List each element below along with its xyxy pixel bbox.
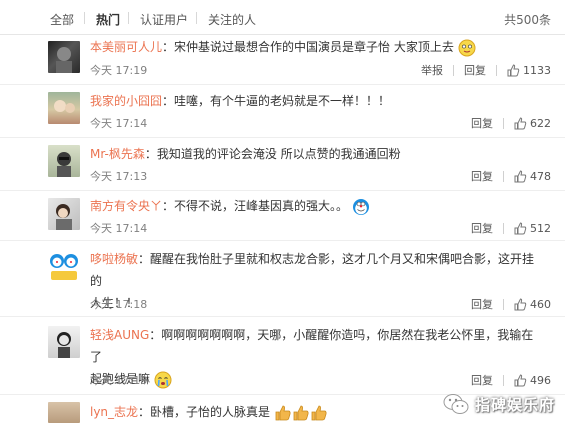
username-link[interactable]: lyn_志龙 <box>90 405 138 419</box>
username-link[interactable]: 南方有令央ㄚ <box>90 199 162 213</box>
reply-link[interactable]: 回复 <box>471 220 493 236</box>
divider <box>503 222 504 234</box>
tab-divider <box>128 12 129 24</box>
watermark-text: 指碑娱乐府 <box>474 395 555 414</box>
username-link[interactable]: 我家的小囧囧 <box>90 94 162 108</box>
comment-timestamp: 今天 17:14 <box>90 222 148 235</box>
comment-item: 我家的小囧囧：哇噻，有个牛逼的老妈就是不一样！！！ 今天 17:14 回复 622 <box>0 84 565 138</box>
report-link[interactable]: 举报 <box>421 62 443 78</box>
divider <box>503 374 504 386</box>
avatar[interactable] <box>48 402 80 423</box>
reply-link[interactable]: 回复 <box>464 62 486 78</box>
divider <box>496 64 497 76</box>
total-comment-count: 共500条 <box>504 13 551 27</box>
thumbs-up-icon[interactable] <box>514 116 527 130</box>
like-count: 622 <box>530 116 551 130</box>
reply-link[interactable]: 回复 <box>471 372 493 388</box>
like-count: 1133 <box>523 63 551 77</box>
comment-timestamp: 今天 17:19 <box>90 64 148 77</box>
comment-text: ：宋仲基说过最想合作的中国演员是章子怡 大家顶上去 <box>162 40 454 54</box>
comment-timestamp: 今天 17:14 <box>90 117 148 130</box>
divider <box>453 64 454 76</box>
tab-hot[interactable]: 热门 <box>96 11 120 28</box>
doraemon-emoji-icon <box>352 198 370 216</box>
tab-divider <box>196 12 197 24</box>
username-link[interactable]: Mr-枫先森 <box>90 147 145 161</box>
divider <box>503 298 504 310</box>
tab-verified-users[interactable]: 认证用户 <box>140 11 188 28</box>
tab-following[interactable]: 关注的人 <box>208 11 256 28</box>
thumbs-up-icon[interactable] <box>514 221 527 235</box>
wechat-icon <box>443 394 469 414</box>
username-link[interactable]: 哆啦杨敏 <box>90 252 138 266</box>
username-link[interactable]: 轻浅AUNG <box>90 328 149 342</box>
tab-divider <box>84 12 85 24</box>
divider <box>503 170 504 182</box>
comment-timestamp: 今天 17:13 <box>90 374 148 387</box>
divider <box>503 117 504 129</box>
tab-all[interactable]: 全部 <box>50 11 74 28</box>
avatar[interactable] <box>48 145 80 177</box>
username-link[interactable]: 本美丽可人儿 <box>90 40 162 54</box>
comment-item: 哆啦杨敏：醒醒在我怡肚子里就和权志龙合影，这才几个月又和宋偶吧合影，这开挂的 人生… <box>0 240 565 317</box>
comment-item: 南方有令央ㄚ：不得不说，汪峰基因真的强大。。 今天 17:14 回复 512 <box>0 190 565 241</box>
thumbs-up-icon[interactable] <box>507 63 520 77</box>
comment-timestamp: 今天 17:18 <box>90 298 148 311</box>
comment-text: ：卧槽，子怡的人脉真是 <box>138 405 271 419</box>
like-count: 460 <box>530 297 551 311</box>
comment-filter-tabs: 全部 热门 认证用户 关注的人 共500条 <box>0 0 565 35</box>
thumbs-up-icon[interactable] <box>514 169 527 183</box>
reply-link[interactable]: 回复 <box>471 168 493 184</box>
avatar[interactable] <box>48 92 80 124</box>
comment-text: ：醒醒在我怡肚子里就和权志龙合影，这才几个月又和宋偶吧合影，这开挂的 <box>90 252 535 288</box>
avatar[interactable] <box>48 41 80 73</box>
like-count: 496 <box>530 373 551 387</box>
thumbs-up-emoji-icon <box>274 404 328 422</box>
comment-text: ：我知道我的评论会淹没 所以点赞的我通通回粉 <box>144 147 401 161</box>
smile-emoji-icon <box>458 39 476 57</box>
like-count: 478 <box>530 169 551 183</box>
reply-link[interactable]: 回复 <box>471 296 493 312</box>
avatar[interactable] <box>48 326 80 358</box>
reply-link[interactable]: 回复 <box>471 115 493 131</box>
like-count: 512 <box>530 221 551 235</box>
avatar[interactable] <box>48 198 80 230</box>
thumbs-up-icon[interactable] <box>514 373 527 387</box>
avatar[interactable] <box>48 249 80 281</box>
crying-emoji-icon <box>154 371 172 389</box>
comment-text: ：不得不说，汪峰基因真的强大。。 <box>162 199 349 213</box>
comment-item: Mr-枫先森：我知道我的评论会淹没 所以点赞的我通通回粉 今天 17:13 回复… <box>0 137 565 191</box>
comment-text: ：哇噻，有个牛逼的老妈就是不一样！！！ <box>162 94 391 108</box>
comment-timestamp: 今天 17:13 <box>90 170 148 183</box>
comment-text: ：啊啊啊啊啊啊啊，天哪，小醒醒你造吗，你居然在我老公怀里，我输在了 <box>90 328 534 364</box>
watermark: 指碑娱乐府 <box>443 391 555 417</box>
comment-item: 轻浅AUNG：啊啊啊啊啊啊啊，天哪，小醒醒你造吗，你居然在我老公怀里，我输在了起… <box>0 316 565 395</box>
thumbs-up-icon[interactable] <box>514 297 527 311</box>
comment-item: 本美丽可人儿：宋仲基说过最想合作的中国演员是章子怡 大家顶上去 今天 17:19… <box>0 34 565 85</box>
